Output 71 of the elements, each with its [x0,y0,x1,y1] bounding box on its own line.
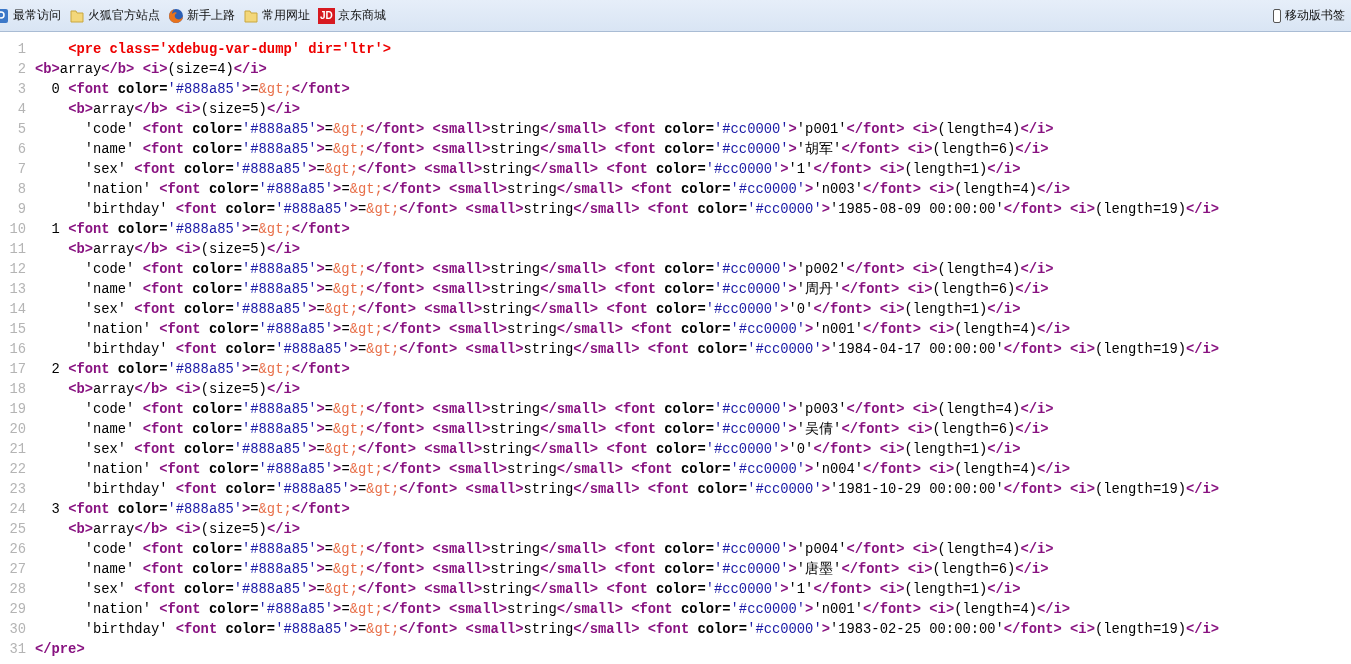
code-line: 'name' <font color='#888a85'>=&gt;</font> <small>string</small> <font color='#cc0000'>'胡军'</font> <i>(length=6)</i> [83,140,1049,159]
line-number: 25 [8,521,27,539]
line-number: 19 [8,401,27,419]
bookmark-item[interactable]: 京东商城 [337,7,386,24]
code-line: 'nation' <font color='#888a85'>=&gt;</font> <small>string</small> <font color='#cc0000'>'n003'</font> <i>(length=4)</i> [83,181,1071,199]
line-number: 3 [16,81,27,99]
phone-icon[interactable] [1272,7,1282,24]
code-line: 3 <font color='#888a85'>=&gt;</font> [50,501,350,519]
line-number: 1 [16,41,27,59]
code-line: 'sex' <font color='#888a85'>=&gt;</font> <small>string</small> <font color='#cc0000'>'0'</font> <i>(length=1)</i> [83,301,1021,319]
line-number: 26 [8,541,27,559]
line-number: 12 [8,261,27,279]
line-number: 7 [16,161,27,179]
line-number: 31 [8,641,27,659]
code-line: <b>array</b> <i>(size=5)</i> [67,521,300,539]
bookmark-item[interactable]: 火狐官方站点 [88,7,160,24]
store-logo[interactable]: JD [318,7,335,24]
line-number: 10 [8,221,27,239]
line-number: 11 [8,241,27,259]
code-line: 'code' <font color='#888a85'>=&gt;</font> <small>string</small> <font color='#cc0000'>'p002'</font> <i>(length=4)</i> [83,261,1054,279]
bookmark-item[interactable]: 常用网址 [262,7,310,24]
line-number: 20 [8,421,27,439]
line-number: 28 [8,581,27,599]
line-number: 14 [8,301,27,319]
line-number: 22 [8,461,27,479]
code-line: 'code' <font color='#888a85'>=&gt;</font> <small>string</small> <font color='#cc0000'>'p003'</font> <i>(length=4)</i> [83,401,1054,419]
code-line: 'name' <font color='#888a85'>=&gt;</font> <small>string</small> <font color='#cc0000'>'吴倩'</font> <i>(length=6)</i> [83,420,1049,439]
code-line: 'sex' <font color='#888a85'>=&gt;</font> <small>string</small> <font color='#cc0000'>'1'</font> <i>(length=1)</i> [83,161,1021,179]
code-line: 1 <font color='#888a85'>=&gt;</font> [50,221,350,239]
code-line: 'sex' <font color='#888a85'>=&gt;</font> <small>string</small> <font color='#cc0000'>'1'</font> <i>(length=1)</i> [83,581,1021,599]
code-line: 'nation' <font color='#888a85'>=&gt;</font> <small>string</small> <font color='#cc0000'>'n004'</font> <i>(length=4)</i> [83,461,1071,479]
code-line: <b>array</b> <i>(size=5)</i> [67,381,300,399]
line-number: 18 [8,381,27,399]
code-line: <b>array</b> <i>(size=5)</i> [67,101,300,119]
code-line: 'nation' <font color='#888a85'>=&gt;</font> <small>string</small> <font color='#cc0000'>'n001'</font> <i>(length=4)</i> [83,601,1071,619]
line-number: 30 [8,621,27,639]
line-number: 16 [8,341,27,359]
bookmark-item[interactable]: 新手上路 [187,7,235,24]
line-number: 24 [8,501,27,519]
code-line: 'name' <font color='#888a85'>=&gt;</font> <small>string</small> <font color='#cc0000'>'周丹'</font> <i>(length=6)</i> [83,281,1049,299]
line-number: 17 [8,361,27,379]
code-line: 'birthday' <font color='#888a85'>=&gt;</font> <small>string</small> <font color='#cc0000'>'1981-10-29 00:00:00'</font> <i>(length=19)</i> [83,481,1220,499]
line-number: 13 [8,281,27,299]
line-number: 21 [8,441,27,459]
code-line: 'birthday' <font color='#888a85'>=&gt;</font> <small>string</small> <font color='#cc0000'>'1984-04-17 00:00:00'</font> <i>(length=19)</i> [83,341,1220,359]
line-number: 4 [16,101,27,119]
code-line: 'name' <font color='#888a85'>=&gt;</font> <small>string</small> <font color='#cc0000'>'唐墨'</font> <i>(length=6)</i> [83,560,1049,579]
code-line: 'code' <font color='#888a85'>=&gt;</font> <small>string</small> <font color='#cc0000'>'p004'</font> <i>(length=4)</i> [83,541,1054,559]
code-line: 'birthday' <font color='#888a85'>=&gt;</font> <small>string</small> <font color='#cc0000'>'1983-02-25 00:00:00'</font> <i>(length=19)</i> [83,621,1220,639]
globe-icon[interactable] [168,7,184,24]
code-line: 'sex' <font color='#888a85'>=&gt;</font> <small>string</small> <font color='#cc0000'>'0'</font> <i>(length=1)</i> [83,441,1021,459]
line-number: 5 [16,121,27,139]
code-line: 'birthday' <font color='#888a85'>=&gt;</font> <small>string</small> <font color='#cc0000'>'1985-08-09 00:00:00'</font> <i>(length=19)</i> [83,201,1220,219]
mobile-bookmarks-link[interactable]: 移动版书签 [1285,7,1345,24]
line-number: 2 [16,61,27,79]
bookmark-item[interactable]: 最常访问 [13,7,61,24]
code-line: 'nation' <font color='#888a85'>=&gt;</font> <small>string</small> <font color='#cc0000'>'n001'</font> <i>(length=4)</i> [83,321,1071,339]
line-number: 15 [8,321,27,339]
code-line: 2 <font color='#888a85'>=&gt;</font> [50,361,350,379]
line-number: 9 [16,201,27,219]
line-number: 27 [8,561,27,579]
line-number: 23 [8,481,27,499]
line-number: 8 [16,181,27,199]
code-line: <b>array</b> <i>(size=4)</i> [35,61,267,79]
line-number: 29 [8,601,27,619]
code-line: 'code' <font color='#888a85'>=&gt;</font> <small>string</small> <font color='#cc0000'>'p001'</font> <i>(length=4)</i> [83,121,1054,139]
code-line: 0 <font color='#888a85'>=&gt;</font> [50,81,350,99]
code-line: <b>array</b> <i>(size=5)</i> [67,241,300,259]
code-line: </pre> [35,641,85,659]
code-line: <pre class='xdebug-var-dump' dir='ltr'> [67,41,392,59]
line-number: 6 [16,141,27,159]
